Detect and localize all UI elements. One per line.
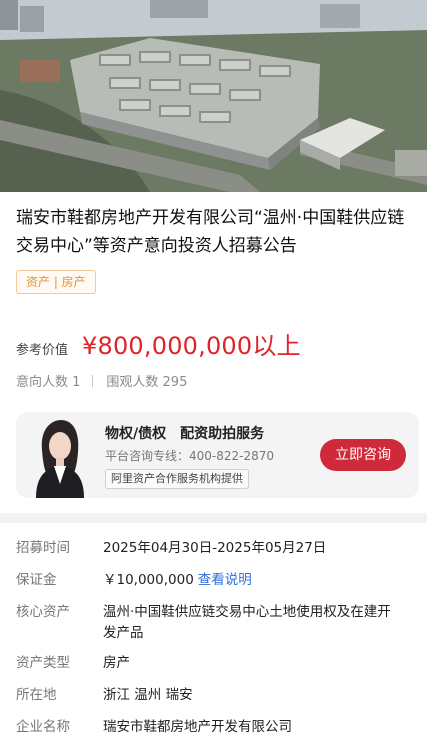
consult-button[interactable]: 立即咨询 bbox=[320, 439, 406, 471]
agent-avatar bbox=[36, 420, 84, 498]
detail-value: 浙江 温州 瑞安 bbox=[103, 687, 193, 703]
detail-value: 2025年04月30日-2025年05月27日 bbox=[103, 540, 327, 556]
price-value: ¥800,000,000以上 bbox=[82, 332, 301, 360]
service-card[interactable]: 物权/债权 配资助拍服务 平台咨询专线：400-822-2870 阿里资产合作服… bbox=[16, 412, 419, 498]
price-row: 参考价值 ¥800,000,000以上 bbox=[16, 326, 301, 361]
detail-label: 资产类型 bbox=[16, 655, 70, 671]
service-title: 物权/债权 配资助拍服务 bbox=[105, 426, 265, 442]
detail-label: 所在地 bbox=[16, 687, 57, 703]
service-phone[interactable]: 平台咨询专线：400-822-2870 bbox=[105, 447, 274, 464]
detail-label: 保证金 bbox=[16, 572, 57, 588]
detail-value: 瑞安市鞋都房地产开发有限公司 bbox=[103, 719, 292, 735]
price-label: 参考价值 bbox=[16, 343, 69, 358]
stats-row: 意向人数 1 围观人数 295 bbox=[16, 371, 187, 390]
detail-value: 房产 bbox=[103, 655, 130, 671]
view-explanation-link[interactable]: 查看说明 bbox=[198, 572, 252, 588]
service-provider-note: 阿里资产合作服务机构提供 bbox=[105, 469, 249, 489]
listing-title: 瑞安市鞋都房地产开发有限公司“温州·中国鞋供应链交易中心”等资产意向投资人招募公… bbox=[16, 208, 405, 256]
stats-divider bbox=[92, 374, 94, 387]
detail-value-wrap: ￥10,000,000 查看说明 bbox=[103, 570, 403, 591]
detail-label: 招募时间 bbox=[16, 540, 70, 556]
intent-count: 意向人数 1 bbox=[16, 375, 81, 390]
section-divider bbox=[0, 513, 427, 523]
deposit-amount: ￥10,000,000 bbox=[103, 572, 194, 588]
detail-value: 温州·中国鞋供应链交易中心土地使用权及在建开发产品 bbox=[103, 604, 391, 641]
category-tag: 资产 | 房产 bbox=[16, 270, 96, 294]
detail-label: 核心资产 bbox=[16, 604, 70, 620]
view-count: 围观人数 295 bbox=[106, 375, 188, 390]
detail-label: 企业名称 bbox=[16, 719, 70, 735]
hero-aerial-photo bbox=[0, 0, 427, 192]
